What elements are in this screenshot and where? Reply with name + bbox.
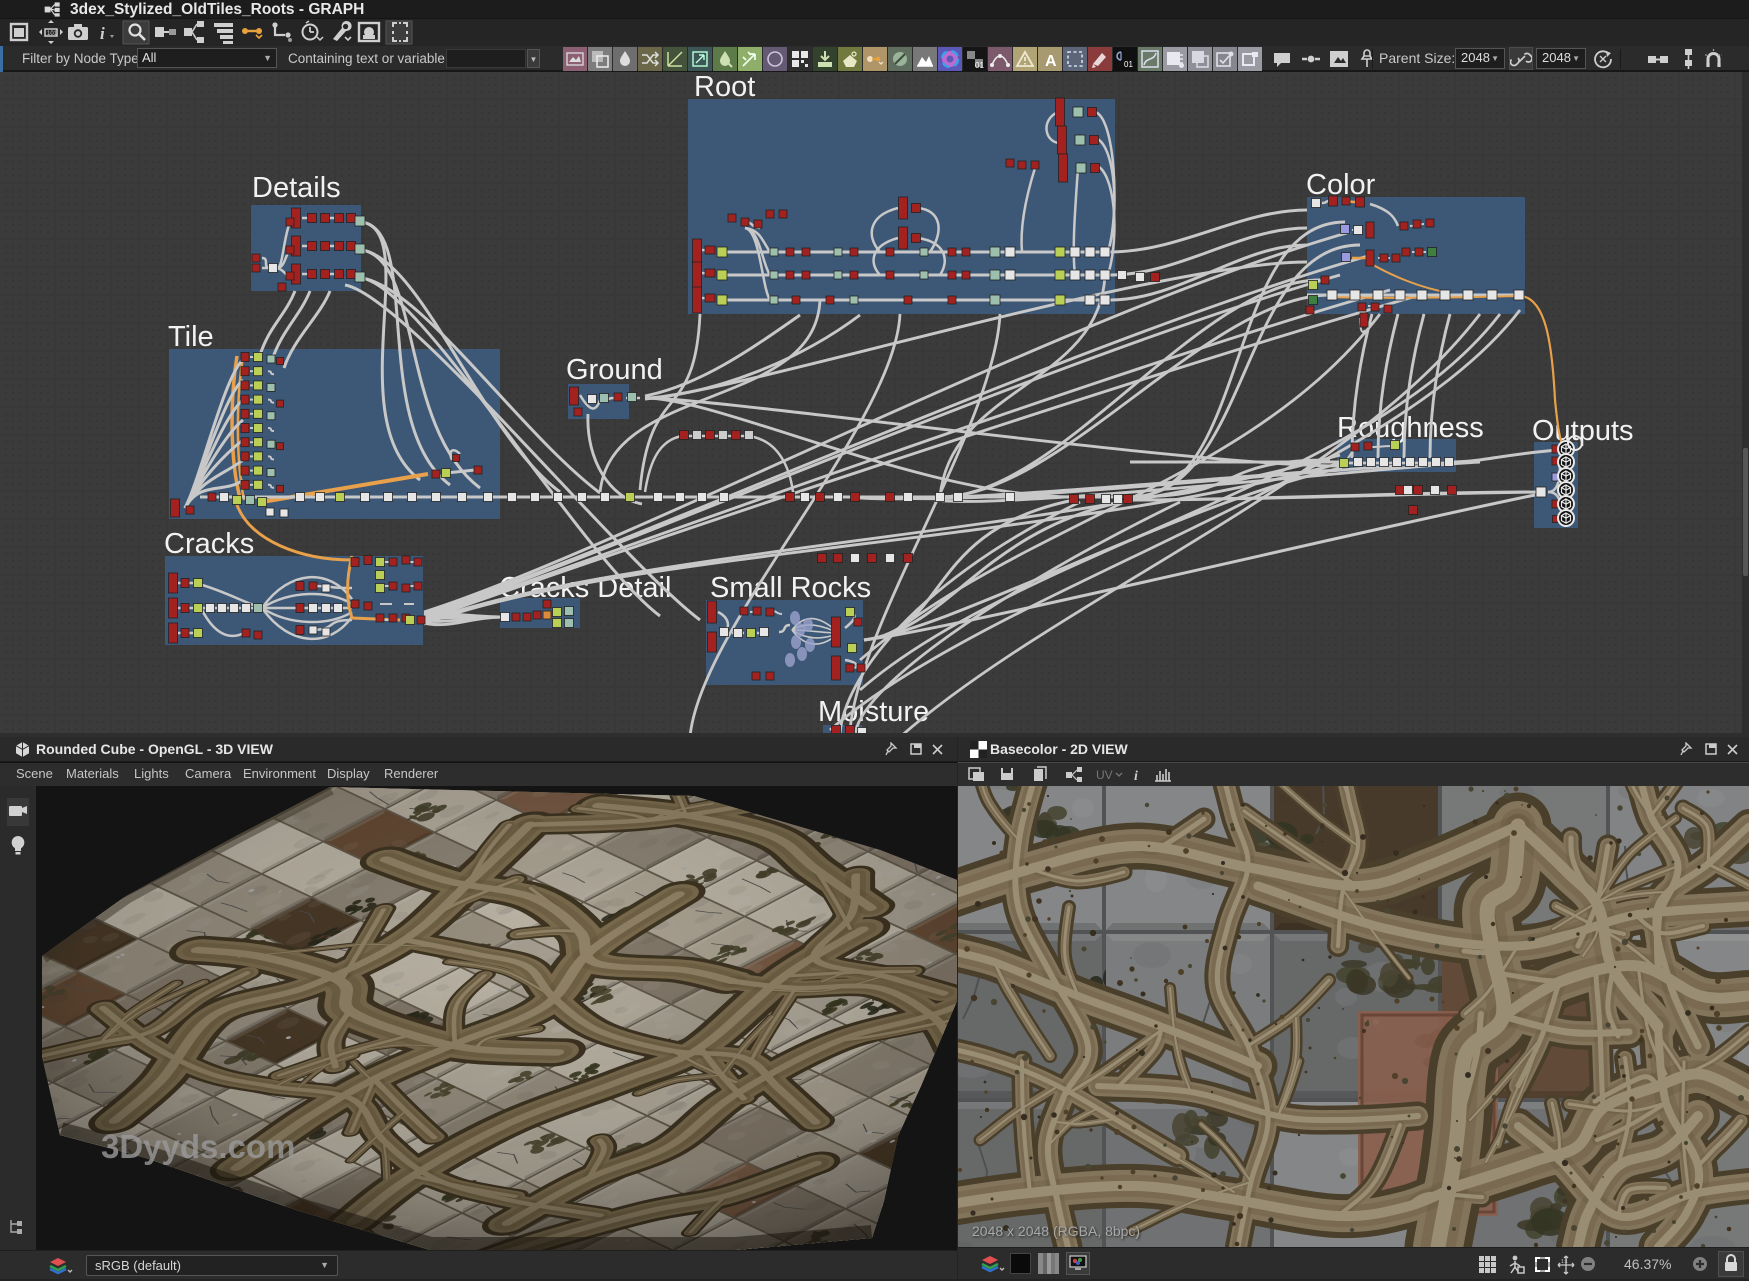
svg-text:UV: UV [1096,768,1113,782]
svg-text:1:1: 1:1 [1561,1259,1568,1265]
svg-text:101: 101 [47,31,58,37]
svg-text:Color: Color [1306,169,1376,201]
svg-text:Details: Details [252,172,341,204]
svg-text:3Dyyds.com: 3Dyyds.com [101,1128,295,1165]
svg-text:01: 01 [975,61,984,70]
svg-text:Small Rocks: Small Rocks [710,572,871,604]
svg-text:Tile: Tile [168,321,214,353]
svg-text:01: 01 [1124,60,1133,69]
svg-text:Ground: Ground [566,354,663,386]
svg-text:A: A [1045,53,1057,70]
svg-text:Cracks: Cracks [164,528,254,560]
svg-text:i: i [1134,769,1138,784]
svg-text:i: i [100,24,105,43]
svg-text:Root: Root [694,72,755,103]
